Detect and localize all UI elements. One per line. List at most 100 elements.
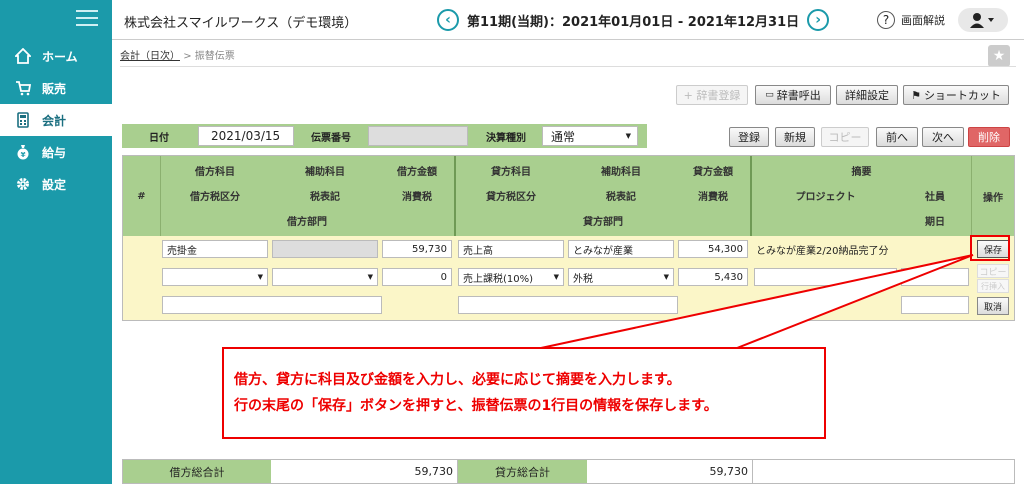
save-button-highlight <box>970 235 1010 261</box>
credit-sub-account-header: 補助科目 <box>601 166 641 178</box>
breadcrumb-current: 振替伝票 <box>194 51 235 62</box>
new-button[interactable]: 新規 <box>775 127 815 147</box>
money-bag-icon: ¥ <box>14 143 32 161</box>
debit-sub-account-input[interactable] <box>272 240 378 258</box>
employee-input[interactable] <box>901 268 969 286</box>
grid-header: # 借方科目 補助科目 借方金額 借方税区分 税表記 消費税 借方部門 貸方科目… <box>123 156 1014 236</box>
debit-department-header: 借方部門 <box>287 216 327 228</box>
load-dictionary-button[interactable]: ▭ 辞書呼出 <box>755 85 831 105</box>
chevron-down-icon: ▼ <box>553 273 559 281</box>
user-icon <box>970 13 994 28</box>
date-input[interactable]: 2021/03/15 <box>198 126 294 146</box>
instruction-callout: 借方、貸方に科目及び金額を入力し、必要に応じて摘要を入力します。 行の末尾の「保… <box>222 347 826 439</box>
menu-toggle-icon[interactable] <box>76 10 98 26</box>
chevron-down-icon: ▼ <box>367 273 373 281</box>
debit-tax-category-select[interactable]: ▼ <box>162 268 268 286</box>
row-copy-button[interactable]: コピー <box>977 264 1009 278</box>
table-row: 売掛金 59,730 売上高 とみなが産業 54,300 とみなが産業2/20納… <box>123 236 1014 320</box>
register-button[interactable]: 登録 <box>729 127 769 147</box>
project-input[interactable] <box>754 268 897 286</box>
credit-total-label: 貸方総合計 <box>457 460 587 483</box>
prev-button[interactable]: 前へ <box>876 127 918 147</box>
sidebar-item-label: ホーム <box>42 49 78 64</box>
due-date-input[interactable] <box>901 296 969 314</box>
next-period-button[interactable]: › <box>807 9 830 31</box>
debit-account-input[interactable]: 売掛金 <box>162 240 268 258</box>
credit-tax-input[interactable]: 5,430 <box>678 268 748 286</box>
delete-button[interactable]: 削除 <box>968 127 1010 147</box>
user-menu-button[interactable] <box>958 8 1008 32</box>
voucher-number-label: 伝票番号 <box>311 132 351 144</box>
register-dictionary-button[interactable]: + 辞書登録 <box>676 85 748 105</box>
chevron-down-icon: ▼ <box>257 273 263 281</box>
prev-period-button[interactable]: ‹ <box>437 9 459 31</box>
debit-tax-notation-header: 税表記 <box>310 191 340 203</box>
credit-department-header: 貸方部門 <box>583 216 623 228</box>
operation-header: 操作 <box>983 192 1003 204</box>
totals-bar: 借方総合計 59,730 貸方総合計 59,730 <box>122 459 1015 484</box>
sidebar-item-label: 設定 <box>42 177 67 192</box>
help-button[interactable]: ? 画面解説 <box>877 11 945 29</box>
question-icon: ? <box>877 11 895 29</box>
credit-sub-account-input[interactable]: とみなが産業 <box>568 240 674 258</box>
credit-amount-header: 貸方金額 <box>693 166 733 178</box>
project-header: プロジェクト <box>795 191 856 203</box>
sidebar-item-label: 会計 <box>42 113 67 128</box>
load-dictionary-label: 辞書呼出 <box>776 89 821 102</box>
cart-icon <box>14 79 32 97</box>
instruction-line-1: 借方、貸方に科目及び金額を入力し、必要に応じて摘要を入力します。 <box>234 372 681 388</box>
memo-input[interactable]: とみなが産業2/20納品完了分 <box>754 240 969 258</box>
sidebar-item-payroll[interactable]: ¥ 給与 <box>0 136 112 168</box>
debit-total-value: 59,730 <box>414 465 454 478</box>
shortcut-label: ショートカット <box>923 89 1001 102</box>
favorite-star-icon[interactable]: ★ <box>988 45 1010 67</box>
employee-header: 社員 <box>925 191 945 203</box>
breadcrumb: 会計（日次） > 振替伝票 <box>120 47 235 62</box>
shortcut-button[interactable]: ⚑ ショートカット <box>903 85 1009 105</box>
sidebar-item-label: 給与 <box>42 145 67 160</box>
debit-amount-input[interactable]: 59,730 <box>382 240 452 258</box>
row-insert-button[interactable]: 行挿入 <box>977 279 1009 293</box>
sidebar-item-settings[interactable]: 設定 <box>0 168 112 200</box>
sidebar-item-accounting[interactable]: 会計 <box>0 104 112 136</box>
credit-total-value: 59,730 <box>709 465 749 478</box>
row-cancel-button[interactable]: 取消 <box>977 297 1009 315</box>
breadcrumb-parent-link[interactable]: 会計（日次） <box>120 51 180 62</box>
row-number-header: # <box>137 190 146 202</box>
settlement-type-select[interactable]: 通常 ▼ <box>542 126 638 146</box>
credit-tax-category-value: 売上課税(10%) <box>463 273 534 285</box>
debit-amount-header: 借方金額 <box>397 166 437 178</box>
svg-text:¥: ¥ <box>21 151 26 159</box>
settlement-type-value: 通常 <box>551 129 576 144</box>
voucher-number-input[interactable] <box>368 126 468 146</box>
debit-tax-notation-select[interactable]: ▼ <box>272 268 378 286</box>
calculator-icon <box>14 111 32 129</box>
credit-department-input[interactable] <box>458 296 678 314</box>
date-label: 日付 <box>149 132 169 144</box>
settlement-type-label: 決算種別 <box>486 132 526 144</box>
memo-header: 摘要 <box>851 166 872 178</box>
divider <box>120 66 1016 67</box>
chevron-down-icon: ▼ <box>625 132 631 140</box>
debit-tax-header: 消費税 <box>402 191 432 203</box>
instruction-line-2: 行の末尾の「保存」ボタンを押すと、振替伝票の1行目の情報を保存します。 <box>234 398 718 414</box>
debit-tax-input[interactable]: 0 <box>382 268 452 286</box>
sidebar-item-home[interactable]: ホーム <box>0 40 112 72</box>
company-name: 株式会社スマイルワークス（デモ環境） <box>124 16 358 31</box>
next-button[interactable]: 次へ <box>922 127 964 147</box>
credit-account-input[interactable]: 売上高 <box>458 240 564 258</box>
credit-tax-notation-select[interactable]: 外税 ▼ <box>568 268 674 286</box>
credit-tax-category-select[interactable]: 売上課税(10%) ▼ <box>458 268 564 286</box>
credit-tax-notation-header: 税表記 <box>606 191 636 203</box>
detail-settings-button[interactable]: 詳細設定 <box>836 85 898 105</box>
breadcrumb-separator: > <box>183 51 192 62</box>
due-date-header: 期日 <box>925 216 945 228</box>
credit-tax-category-header: 貸方税区分 <box>486 191 536 203</box>
credit-tax-header: 消費税 <box>698 191 728 203</box>
top-header: 株式会社スマイルワークス（デモ環境） ‹ 第11期(当期)：2021年01月01… <box>112 0 1024 40</box>
help-label: 画面解説 <box>901 14 945 27</box>
debit-department-input[interactable] <box>162 296 382 314</box>
credit-amount-input[interactable]: 54,300 <box>678 240 748 258</box>
copy-button[interactable]: コピー <box>821 127 869 147</box>
sidebar-item-sales[interactable]: 販売 <box>0 72 112 104</box>
